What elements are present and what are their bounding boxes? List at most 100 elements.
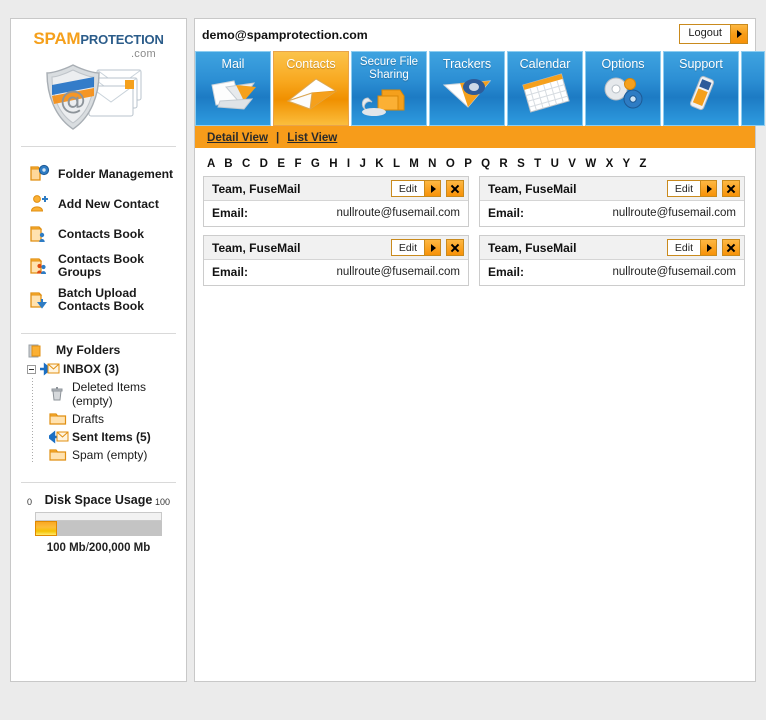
disk-progress-fill <box>35 521 57 536</box>
tab-label: Options <box>601 57 645 71</box>
main-panel: demo@spamprotection.com Logout Mail Cont… <box>194 18 765 682</box>
contacts-envelope-icon <box>274 71 348 125</box>
secure-folder-icon <box>352 82 426 125</box>
contact-email-row: Email: nullroute@fusemail.com <box>204 201 468 226</box>
tab-mail[interactable]: Mail <box>195 51 271 126</box>
contact-card: Team, FuseMail Edit Email: nullroute@fus… <box>203 176 469 227</box>
tab-label: Support <box>679 57 723 71</box>
my-folders-row[interactable]: My Folders <box>11 340 186 360</box>
gears-icon <box>586 71 660 125</box>
edit-button[interactable]: Edit <box>667 181 700 196</box>
edit-button[interactable]: Edit <box>667 240 700 255</box>
sidebar-item-label: Batch Upload Contacts Book <box>58 286 144 313</box>
alphabet-index[interactable]: A B C D E F G H I J K L M N O P Q R S T … <box>195 148 755 176</box>
inbox-arrow-icon <box>40 362 60 376</box>
close-x-icon[interactable] <box>446 180 464 197</box>
disk-total: 200,000 Mb <box>88 542 151 554</box>
contact-cards-grid: Team, FuseMail Edit Email: nullroute@fus… <box>195 176 755 286</box>
mobile-phone-icon <box>664 71 738 125</box>
svg-text:@: @ <box>60 86 86 116</box>
folder-icon <box>49 412 67 426</box>
folder-download-icon <box>29 289 51 311</box>
detail-view-link[interactable]: Detail View <box>207 131 268 144</box>
arrow-right-icon[interactable] <box>700 181 716 196</box>
tree-item-label: INBOX (3) <box>63 362 120 376</box>
contact-card: Team, FuseMail Edit Email: nullroute@fus… <box>203 235 469 286</box>
tree-item-drafts[interactable]: Drafts <box>11 410 186 428</box>
email-value: nullroute@fusemail.com <box>336 207 460 219</box>
disk-max-label: 100 <box>154 497 170 507</box>
sidebar-item-label: Contacts Book Groups <box>58 252 144 279</box>
arrow-right-icon[interactable] <box>730 25 747 43</box>
tree-item-label: Deleted Items (empty) <box>72 380 147 408</box>
tree-guide-line <box>32 378 33 410</box>
sidebar-item-contacts-book[interactable]: Contacts Book <box>11 219 186 249</box>
contact-card: Team, FuseMail Edit Email: nullroute@fus… <box>479 235 745 286</box>
logout-control[interactable]: Logout <box>679 24 748 44</box>
disk-header: 0 100 Disk Space Usage <box>27 493 170 509</box>
brand-name-p: P <box>80 32 89 47</box>
page-root: SPAMPROTECTION .com @ Folder Management … <box>0 0 766 720</box>
sidebar-item-add-new-contact[interactable]: Add New Contact <box>11 189 186 219</box>
tab-overflow[interactable] <box>741 51 765 126</box>
tab-options[interactable]: Options <box>585 51 661 126</box>
arrow-right-icon[interactable] <box>700 240 716 255</box>
close-x-icon[interactable] <box>722 180 740 197</box>
contact-email-row: Email: nullroute@fusemail.com <box>204 260 468 285</box>
contact-card-header: Team, FuseMail Edit <box>480 177 744 201</box>
disk-caption: 100 Mb/200,000 Mb <box>27 542 170 554</box>
shield-at-envelopes-icon: @ <box>19 62 178 136</box>
contact-email-row: Email: nullroute@fusemail.com <box>480 201 744 226</box>
edit-control[interactable]: Edit <box>390 239 441 256</box>
tab-label: Trackers <box>442 57 492 71</box>
contact-card-header: Team, FuseMail Edit <box>204 177 468 201</box>
close-x-icon[interactable] <box>722 239 740 256</box>
disk-scale-track <box>35 512 162 521</box>
tab-trackers[interactable]: Trackers <box>429 51 505 126</box>
email-value: nullroute@fusemail.com <box>336 266 460 278</box>
tree-item-inbox[interactable]: INBOX (3) <box>11 360 186 378</box>
edit-button[interactable]: Edit <box>391 181 424 196</box>
brand-logo[interactable]: SPAMPROTECTION .com @ <box>11 19 186 140</box>
folder-gear-icon <box>29 163 51 185</box>
tab-support[interactable]: Support <box>663 51 739 126</box>
sidebar-item-folder-management[interactable]: Folder Management <box>11 159 186 189</box>
edit-button[interactable]: Edit <box>391 240 424 255</box>
sidebar-item-batch-upload-contacts-book[interactable]: Batch Upload Contacts Book <box>11 283 186 317</box>
disk-progress-track <box>35 521 162 536</box>
edit-control[interactable]: Edit <box>390 180 441 197</box>
logout-button[interactable]: Logout <box>680 25 730 43</box>
arrow-right-icon[interactable] <box>424 181 440 196</box>
tree-guide-line <box>32 446 33 464</box>
contact-name: Team, FuseMail <box>488 240 577 255</box>
email-value: nullroute@fusemail.com <box>612 266 736 278</box>
person-plus-icon <box>29 193 51 215</box>
tab-label: Mail <box>221 57 245 71</box>
tab-secure-file-sharing[interactable]: Secure File Sharing <box>351 51 427 126</box>
tree-guide-line <box>32 428 33 446</box>
folder-people-icon <box>29 255 51 277</box>
tab-overflow-icon <box>742 52 764 125</box>
tree-item-spam[interactable]: Spam (empty) <box>11 446 186 464</box>
tree-item-sent-items[interactable]: Sent Items (5) <box>11 428 186 446</box>
sidebar-menu: Folder Management Add New Contact Contac… <box>11 147 186 327</box>
contact-email-row: Email: nullroute@fusemail.com <box>480 260 744 285</box>
close-x-icon[interactable] <box>446 239 464 256</box>
contact-card-header: Team, FuseMail Edit <box>480 236 744 260</box>
email-label: Email: <box>212 206 249 220</box>
tab-label: Secure File Sharing <box>359 56 419 81</box>
trash-icon <box>49 387 67 401</box>
folder-tree: My Folders INBOX (3) Deleted Items (empt… <box>11 334 186 474</box>
tab-calendar[interactable]: Calendar <box>507 51 583 126</box>
edit-control[interactable]: Edit <box>666 180 717 197</box>
arrow-right-icon[interactable] <box>424 240 440 255</box>
tree-expander-icon[interactable] <box>27 364 36 374</box>
edit-control[interactable]: Edit <box>666 239 717 256</box>
tree-guide-line <box>32 410 33 428</box>
list-view-link[interactable]: List View <box>287 131 337 144</box>
sent-arrow-icon <box>49 430 69 444</box>
tab-contacts[interactable]: Contacts <box>273 51 349 126</box>
sidebar-item-contacts-book-groups[interactable]: Contacts Book Groups <box>11 249 186 283</box>
tree-item-deleted-items[interactable]: Deleted Items (empty) <box>11 378 186 410</box>
brand-tld: .com <box>130 48 156 60</box>
